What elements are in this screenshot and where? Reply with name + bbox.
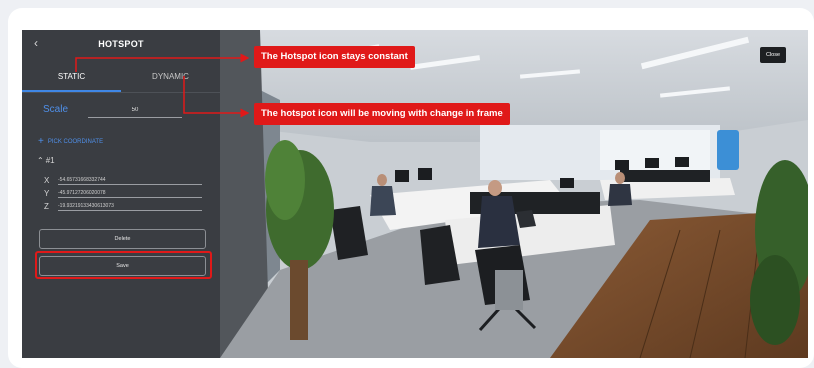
divider	[22, 92, 220, 93]
coord-label-z: Z	[44, 202, 49, 211]
delete-button[interactable]: Delete	[39, 229, 206, 249]
scale-label: Scale	[43, 104, 69, 115]
pick-coordinate-button[interactable]: + PICK COORDINATE	[38, 136, 104, 147]
tab-dynamic[interactable]: DYNAMIC	[121, 62, 220, 92]
panel-title: HOTSPOT	[98, 39, 144, 49]
hotspot-editor: ‹ HOTSPOT STATIC DYNAMIC Scale + PICK CO…	[22, 30, 808, 358]
hotspot-panel: ‹ HOTSPOT STATIC DYNAMIC Scale + PICK CO…	[22, 30, 220, 358]
static-annotation-callout: The Hotspot icon stays constant	[254, 46, 415, 68]
panorama-view[interactable]: Close	[220, 30, 808, 358]
point-label: #1	[45, 156, 55, 165]
chevron-up-icon: ⌃	[37, 156, 44, 165]
coord-row-y: Y	[44, 187, 202, 198]
coord-label-x: X	[44, 176, 50, 185]
pick-coordinate-label: PICK COORDINATE	[47, 139, 104, 145]
tab-static[interactable]: STATIC	[22, 62, 121, 92]
coord-row-x: X	[44, 174, 202, 185]
tab-bar: STATIC DYNAMIC	[22, 62, 220, 92]
coord-z-input[interactable]	[58, 201, 202, 211]
coord-x-input[interactable]	[58, 175, 202, 185]
panel-header: ‹ HOTSPOT	[22, 30, 220, 60]
scale-input[interactable]	[88, 103, 182, 118]
dynamic-annotation-callout: The hotspot icon will be moving with cha…	[254, 103, 510, 125]
point-toggle[interactable]: ⌃ #1	[37, 156, 55, 165]
office-panorama-image	[220, 30, 808, 358]
plus-icon: +	[38, 136, 44, 147]
coord-y-input[interactable]	[58, 188, 202, 198]
coord-label-y: Y	[44, 189, 50, 198]
close-button[interactable]: Close	[760, 47, 786, 63]
save-highlight-box	[35, 251, 212, 279]
coord-row-z: Z	[44, 200, 202, 211]
